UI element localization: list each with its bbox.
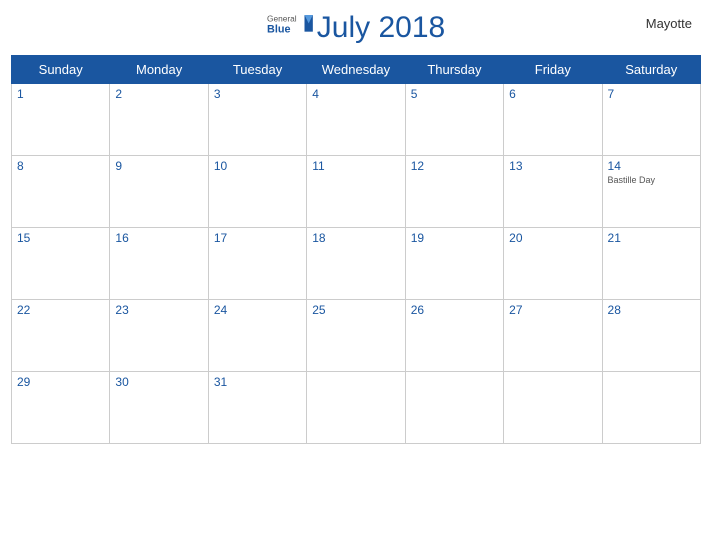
day-header-sunday: Sunday (12, 56, 110, 84)
calendar-table: SundayMondayTuesdayWednesdayThursdayFrid… (11, 55, 701, 444)
calendar-title: July 2018 (317, 11, 445, 45)
day-number: 11 (312, 159, 399, 173)
day-header-thursday: Thursday (405, 56, 503, 84)
week-row-2: 89 10 11 12 13 14 Bastille Day (12, 156, 701, 228)
day-number: 1 (17, 87, 104, 101)
calendar-cell: 16 (110, 228, 208, 300)
day-number: 31 (214, 375, 301, 389)
calendar-cell (602, 372, 700, 444)
day-number: 15 (17, 231, 104, 245)
calendar-cell: 1 (12, 84, 110, 156)
day-header-wednesday: Wednesday (307, 56, 405, 84)
calendar-cell: 19 (405, 228, 503, 300)
calendar-cell: 9 (110, 156, 208, 228)
svg-text:General: General (267, 14, 297, 24)
day-number: 14 (608, 159, 695, 173)
day-number: 6 (509, 87, 596, 101)
day-number: 20 (509, 231, 596, 245)
day-number: 16 (115, 231, 202, 245)
calendar-cell: 6 (504, 84, 602, 156)
day-number: 9 (115, 159, 202, 173)
day-number: 7 (608, 87, 695, 101)
calendar-cell: 27 (504, 300, 602, 372)
calendar-cell: 30 (110, 372, 208, 444)
calendar-cell: 13 (504, 156, 602, 228)
day-number: 24 (214, 303, 301, 317)
day-number: 4 (312, 87, 399, 101)
day-header-saturday: Saturday (602, 56, 700, 84)
calendar-cell: 17 (208, 228, 306, 300)
calendar-cell: 29 (12, 372, 110, 444)
calendar-cell: 2 (110, 84, 208, 156)
calendar-cell: 3 (208, 84, 306, 156)
day-number: 8 (17, 159, 104, 173)
day-number: 2 (115, 87, 202, 101)
day-number: 13 (509, 159, 596, 173)
svg-text:Blue: Blue (267, 24, 290, 36)
day-number: 22 (17, 303, 104, 317)
day-header-friday: Friday (504, 56, 602, 84)
calendar-cell: 18 (307, 228, 405, 300)
day-number: 30 (115, 375, 202, 389)
event-label: Bastille Day (608, 175, 695, 185)
day-number: 23 (115, 303, 202, 317)
calendar-cell (504, 372, 602, 444)
calendar-cell: 24 (208, 300, 306, 372)
day-number: 17 (214, 231, 301, 245)
calendar-cell: 21 (602, 228, 700, 300)
day-number: 18 (312, 231, 399, 245)
day-number: 29 (17, 375, 104, 389)
day-number: 3 (214, 87, 301, 101)
day-number: 25 (312, 303, 399, 317)
day-number: 12 (411, 159, 498, 173)
calendar-cell: 31 (208, 372, 306, 444)
calendar-cell: 22 (12, 300, 110, 372)
day-header-monday: Monday (110, 56, 208, 84)
day-number: 26 (411, 303, 498, 317)
calendar-cell (307, 372, 405, 444)
week-row-3: 15 16 17 18 19 20 21 (12, 228, 701, 300)
day-number: 21 (608, 231, 695, 245)
calendar-cell: 5 (405, 84, 503, 156)
day-header-tuesday: Tuesday (208, 56, 306, 84)
region-label: Mayotte (646, 16, 692, 31)
day-number: 19 (411, 231, 498, 245)
day-number: 10 (214, 159, 301, 173)
calendar-cell: 7 (602, 84, 700, 156)
day-number: 28 (608, 303, 695, 317)
calendar-cell (405, 372, 503, 444)
calendar-cell: 26 (405, 300, 503, 372)
calendar-header: General Blue July 2018 Mayotte (0, 0, 712, 50)
calendar-cell: 11 (307, 156, 405, 228)
calendar-cell: 15 (12, 228, 110, 300)
week-row-1: 1234567 (12, 84, 701, 156)
logo-icon: General Blue (267, 10, 317, 45)
calendar-cell: 8 (12, 156, 110, 228)
days-header-row: SundayMondayTuesdayWednesdayThursdayFrid… (12, 56, 701, 84)
week-row-5: 29 30 31 (12, 372, 701, 444)
week-row-4: 22 23 24 25 26 27 28 (12, 300, 701, 372)
calendar-cell: 25 (307, 300, 405, 372)
calendar-cell: 10 (208, 156, 306, 228)
day-number: 5 (411, 87, 498, 101)
calendar-cell: 23 (110, 300, 208, 372)
calendar-cell: 20 (504, 228, 602, 300)
calendar-cell: 14 Bastille Day (602, 156, 700, 228)
day-number: 27 (509, 303, 596, 317)
calendar-cell: 12 (405, 156, 503, 228)
logo: General Blue (267, 10, 317, 45)
calendar-cell: 28 (602, 300, 700, 372)
calendar-cell: 4 (307, 84, 405, 156)
